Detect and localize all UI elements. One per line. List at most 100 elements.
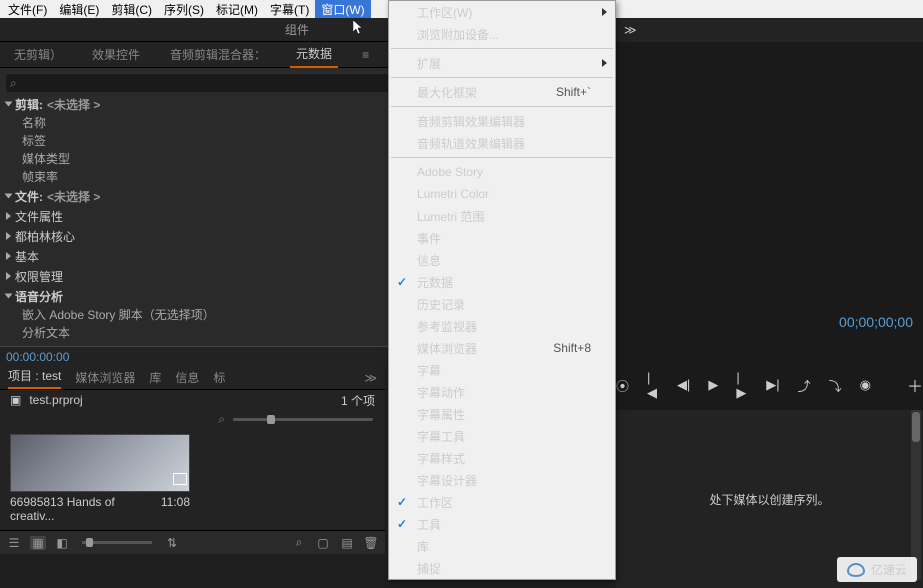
- menu-item[interactable]: 字幕: [389, 359, 615, 381]
- menu-item[interactable]: ✓工作区: [389, 491, 615, 513]
- goto-out-icon[interactable]: ▶|: [766, 377, 779, 393]
- menu-item[interactable]: 扩展: [389, 52, 615, 74]
- menu-item[interactable]: 字幕动作: [389, 381, 615, 403]
- menu-3[interactable]: 序列(S): [158, 0, 210, 19]
- assembly-label: 组件: [285, 21, 309, 38]
- menu-5[interactable]: 字幕(T): [264, 0, 315, 19]
- menu-item[interactable]: 字幕工具: [389, 425, 615, 447]
- menu-item[interactable]: 参考监视器: [389, 315, 615, 337]
- menu-item-label: Lumetri Color: [417, 187, 489, 201]
- menu-item[interactable]: 最大化框架Shift+`: [389, 81, 615, 103]
- thumb-size-slider[interactable]: [233, 418, 373, 421]
- menu-0[interactable]: 文件(F): [2, 0, 53, 19]
- overflow-icon[interactable]: ≫: [364, 371, 377, 385]
- menu-item-label: 字幕动作: [417, 384, 465, 401]
- menu-item[interactable]: 历史记录: [389, 293, 615, 315]
- program-timecode: 00;00;00;00: [839, 314, 913, 330]
- check-icon: ✓: [397, 275, 407, 289]
- menu-item-label: 工作区: [417, 494, 453, 511]
- list-view-icon[interactable]: ☰: [6, 536, 22, 550]
- menu-2[interactable]: 剪辑(C): [105, 0, 158, 19]
- watermark-text: 亿速云: [871, 561, 907, 578]
- menu-1[interactable]: 编辑(E): [53, 0, 105, 19]
- project-path-row: ▣ test.prproj 1 个项: [0, 390, 385, 410]
- menu-item-label: 参考监视器: [417, 318, 477, 335]
- step-fwd-icon[interactable]: |▶: [736, 370, 748, 401]
- menu-item[interactable]: 字幕属性: [389, 403, 615, 425]
- menu-item[interactable]: 事件: [389, 227, 615, 249]
- submenu-arrow-icon: [602, 8, 607, 16]
- menu-item[interactable]: 浏览附加设备...: [389, 23, 615, 45]
- grid-view-icon[interactable]: ▦: [30, 536, 46, 550]
- panel-tab[interactable]: 无剪辑）: [8, 42, 68, 67]
- menu-item-label: 历史记录: [417, 296, 465, 313]
- shortcut: Shift+8: [553, 341, 591, 355]
- project-tab[interactable]: 媒体浏览器: [75, 369, 135, 386]
- menu-item[interactable]: Adobe Story: [389, 161, 615, 183]
- menu-4[interactable]: 标记(M): [210, 0, 264, 19]
- menu-item[interactable]: 媒体浏览器Shift+8: [389, 337, 615, 359]
- file-value: <未选择 >: [47, 188, 100, 205]
- menu-item[interactable]: 库: [389, 535, 615, 557]
- panel-menu-icon[interactable]: ≡: [356, 44, 375, 66]
- panel-tab[interactable]: 音频剪辑混合器：: [164, 42, 272, 67]
- prev-mark-icon[interactable]: ⦿: [616, 376, 629, 395]
- search-icon[interactable]: ⌕: [218, 412, 225, 427]
- clip-thumbnail[interactable]: [10, 434, 190, 492]
- menu-item-label: 事件: [417, 230, 441, 247]
- menu-item[interactable]: 字幕样式: [389, 447, 615, 469]
- project-tab[interactable]: 标: [213, 369, 225, 386]
- menu-item-label: Lumetri 范围: [417, 208, 484, 225]
- sort-icon[interactable]: ⇅: [164, 536, 180, 550]
- menu-item[interactable]: ✓ 工具: [389, 513, 615, 535]
- panel-tab[interactable]: 元数据: [290, 41, 338, 68]
- menu-item-label: 捕捉: [417, 560, 441, 577]
- menu-6[interactable]: 窗口(W): [315, 0, 370, 19]
- tree-label[interactable]: 文件属性: [15, 208, 63, 225]
- shortcut: Shift+`: [556, 85, 591, 99]
- freeform-icon[interactable]: ◧: [54, 536, 70, 550]
- bin-icon[interactable]: ▣: [10, 393, 21, 407]
- tree-label[interactable]: 权限管理: [15, 268, 63, 285]
- tree-label[interactable]: 都柏林核心: [15, 228, 75, 245]
- menu-item[interactable]: 信息: [389, 249, 615, 271]
- goto-in-icon[interactable]: |◀: [647, 370, 659, 401]
- menu-item-label: 浏览附加设备...: [417, 26, 499, 43]
- menu-item-label: 字幕: [417, 362, 441, 379]
- find-icon[interactable]: ⌕: [291, 536, 307, 550]
- menu-item-label: 字幕属性: [417, 406, 465, 423]
- step-back-icon[interactable]: ◀|: [677, 377, 690, 393]
- project-tab[interactable]: 库: [149, 369, 161, 386]
- item-count: 1 个项: [341, 392, 375, 409]
- new-item-icon[interactable]: ▤: [339, 536, 355, 550]
- project-tab[interactable]: 信息: [175, 369, 199, 386]
- menu-item-label: 工作区(W): [417, 4, 472, 21]
- panel-tab[interactable]: 效果控件: [86, 42, 146, 67]
- overflow-icon[interactable]: ≫: [624, 23, 637, 37]
- menu-item[interactable]: Lumetri 范围: [389, 205, 615, 227]
- check-icon: ✓: [397, 517, 407, 531]
- film-icon: [173, 473, 187, 485]
- trash-icon[interactable]: 🗑: [363, 536, 379, 550]
- project-tab[interactable]: 项目 : test: [8, 367, 61, 389]
- menu-item[interactable]: 字幕设计器: [389, 469, 615, 491]
- menu-item: 音频轨道效果编辑器: [389, 132, 615, 154]
- menu-item[interactable]: 工作区(W): [389, 1, 615, 23]
- chevron-right-icon: [6, 252, 11, 260]
- lift-icon[interactable]: ⤴: [798, 376, 811, 395]
- zoom-slider[interactable]: [82, 541, 152, 544]
- export-frame-icon[interactable]: ◉: [860, 377, 871, 393]
- menu-item-label: 工具: [417, 516, 441, 533]
- chevron-down-icon: [5, 194, 13, 199]
- menu-item[interactable]: Lumetri Color: [389, 183, 615, 205]
- play-icon[interactable]: ▶: [708, 377, 718, 393]
- menu-item[interactable]: 捕捉: [389, 557, 615, 579]
- vertical-scrollbar[interactable]: [911, 410, 921, 580]
- button-editor-icon[interactable]: ＋: [907, 373, 923, 397]
- extract-icon[interactable]: ⤵: [829, 376, 842, 395]
- project-item[interactable]: 66985813 Hands of creativ... 11:08: [10, 434, 190, 523]
- new-bin-icon[interactable]: ▢: [315, 536, 331, 550]
- timecode-left: 00:00:00:00: [6, 350, 69, 364]
- menu-item[interactable]: ✓元数据: [389, 271, 615, 293]
- tree-label[interactable]: 基本: [15, 248, 39, 265]
